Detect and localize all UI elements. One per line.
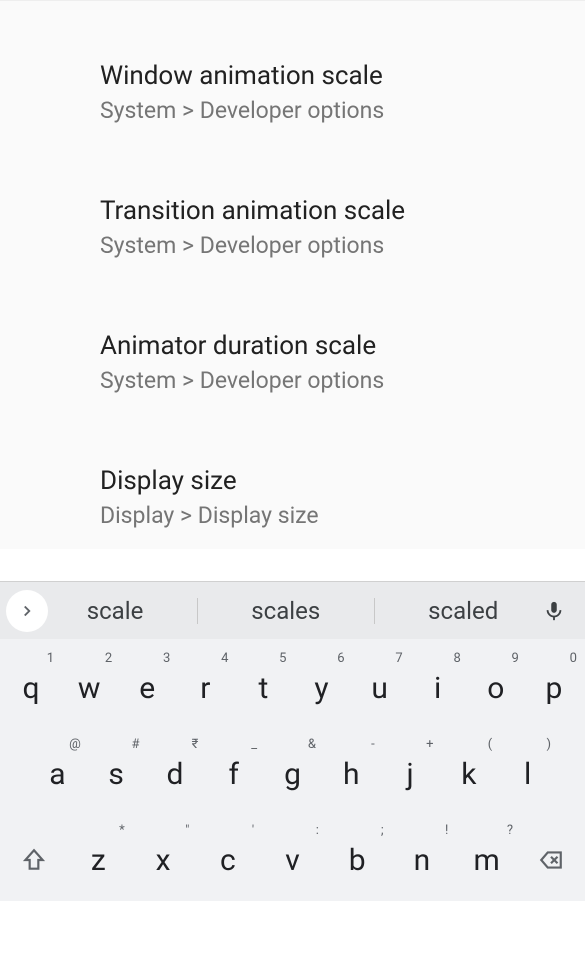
key-f[interactable]: _f bbox=[204, 733, 263, 815]
result-item[interactable]: Transition animation scale System > Deve… bbox=[0, 176, 585, 279]
search-results: Window animation scale System > Develope… bbox=[0, 0, 585, 549]
result-item[interactable]: Window animation scale System > Develope… bbox=[0, 41, 585, 144]
backspace-icon bbox=[538, 847, 564, 873]
key-h[interactable]: -h bbox=[322, 733, 381, 815]
chevron-right-icon bbox=[18, 602, 36, 620]
key-g[interactable]: &g bbox=[263, 733, 322, 815]
key-v[interactable]: :v bbox=[260, 819, 325, 901]
suggestion-divider bbox=[374, 598, 375, 624]
result-title: Transition animation scale bbox=[100, 196, 561, 226]
key-l[interactable]: )l bbox=[498, 733, 557, 815]
key-e[interactable]: 3e bbox=[118, 647, 176, 729]
key-q[interactable]: 1q bbox=[2, 647, 60, 729]
key-c[interactable]: 'c bbox=[195, 819, 260, 901]
suggestion-word[interactable]: scale bbox=[75, 597, 156, 625]
key-t[interactable]: 5t bbox=[234, 647, 292, 729]
key-n[interactable]: !n bbox=[390, 819, 455, 901]
shift-icon bbox=[21, 847, 47, 873]
suggestion-list: scale scales scaled bbox=[54, 597, 531, 625]
result-subtitle: System > Developer options bbox=[100, 97, 561, 124]
key-r[interactable]: 4r bbox=[176, 647, 234, 729]
result-title: Window animation scale bbox=[100, 61, 561, 91]
microphone-icon bbox=[543, 598, 565, 624]
result-title: Animator duration scale bbox=[100, 331, 561, 361]
suggestion-divider bbox=[197, 598, 198, 624]
key-z[interactable]: *z bbox=[66, 819, 131, 901]
shift-key[interactable] bbox=[2, 819, 66, 901]
suggestion-word[interactable]: scales bbox=[239, 597, 332, 625]
key-w[interactable]: 2w bbox=[60, 647, 118, 729]
result-item[interactable]: Animator duration scale System > Develop… bbox=[0, 311, 585, 414]
suggestion-word[interactable]: scaled bbox=[416, 597, 510, 625]
key-y[interactable]: 6y bbox=[292, 647, 350, 729]
key-x[interactable]: "x bbox=[131, 819, 196, 901]
key-j[interactable]: +j bbox=[381, 733, 440, 815]
keyboard-row-3: *z "x 'c :v ;b !n ?m bbox=[2, 819, 583, 901]
key-s[interactable]: #s bbox=[87, 733, 146, 815]
key-b[interactable]: ;b bbox=[325, 819, 390, 901]
voice-input-button[interactable] bbox=[531, 588, 577, 634]
key-u[interactable]: 7u bbox=[351, 647, 409, 729]
key-i[interactable]: 8i bbox=[409, 647, 467, 729]
key-o[interactable]: 9o bbox=[467, 647, 525, 729]
key-d[interactable]: ₹d bbox=[146, 733, 205, 815]
key-m[interactable]: ?m bbox=[454, 819, 519, 901]
on-screen-keyboard: 1q 2w 3e 4r 5t 6y 7u 8i 9o 0p @a #s ₹d _… bbox=[0, 639, 585, 901]
result-title: Display size bbox=[100, 466, 561, 496]
result-item[interactable]: Display size Display > Display size bbox=[0, 446, 585, 549]
result-subtitle: Display > Display size bbox=[100, 502, 561, 529]
key-k[interactable]: (k bbox=[439, 733, 498, 815]
backspace-key[interactable] bbox=[519, 819, 583, 901]
result-subtitle: System > Developer options bbox=[100, 367, 561, 394]
key-p[interactable]: 0p bbox=[525, 647, 583, 729]
keyboard-suggestion-bar: scale scales scaled bbox=[0, 581, 585, 639]
key-a[interactable]: @a bbox=[28, 733, 87, 815]
result-subtitle: System > Developer options bbox=[100, 232, 561, 259]
expand-suggestions-button[interactable] bbox=[6, 590, 48, 632]
keyboard-row-1: 1q 2w 3e 4r 5t 6y 7u 8i 9o 0p bbox=[2, 647, 583, 729]
keyboard-row-2: @a #s ₹d _f &g -h +j (k )l bbox=[2, 733, 583, 815]
